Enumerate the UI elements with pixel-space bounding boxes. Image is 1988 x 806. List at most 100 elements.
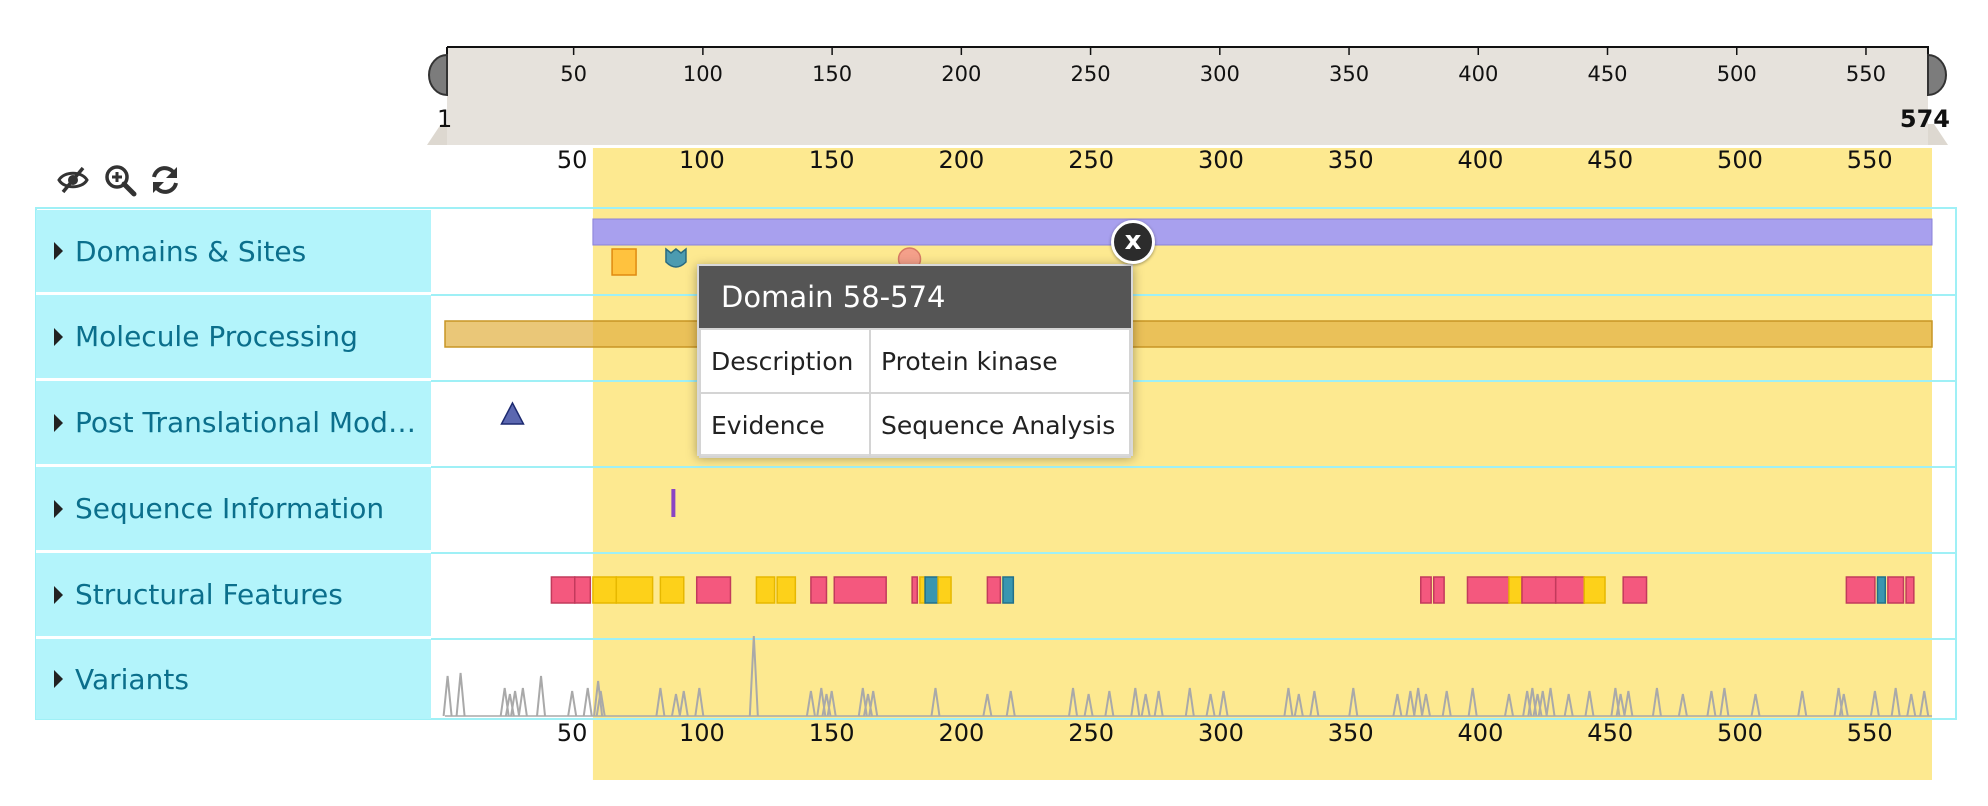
top-axis-tick-label: 500 [1717, 146, 1763, 174]
structural-feature-helix[interactable] [1432, 576, 1445, 604]
top-axis-tick-label: 50 [557, 146, 588, 174]
structural-feature-helix[interactable] [911, 576, 919, 604]
structural-feature-turn[interactable] [1876, 576, 1887, 604]
refresh-icon[interactable] [148, 163, 182, 197]
structural-feature-strand[interactable] [1583, 576, 1606, 604]
navigator-start-label: 1 [437, 105, 452, 133]
protvista-viewer: 50 100 150 200 250 300 350 400 450 500 550 1 574 50 50… [0, 0, 1988, 806]
chain-feature[interactable] [444, 320, 1933, 348]
bottom-axis-tick-label: 50 [557, 719, 588, 747]
category-variants[interactable]: Variants [36, 639, 431, 719]
tooltip-close-button[interactable]: x [1111, 220, 1155, 264]
navigator-end-label: 574 [1900, 105, 1950, 133]
variant-spike[interactable] [517, 687, 528, 717]
bottom-axis-tick-label: 350 [1328, 719, 1374, 747]
feature-tooltip: Domain 58-574 Description Protein kinase… [697, 264, 1133, 458]
tooltip-table: Description Protein kinase Evidence Sequ… [699, 328, 1131, 458]
top-axis-tick-label: 350 [1328, 146, 1374, 174]
navigator-tick-label: 300 [1200, 62, 1240, 86]
navigator-tick-label: 550 [1846, 62, 1886, 86]
structural-feature-helix[interactable] [1887, 576, 1905, 604]
structural-feature-helix[interactable] [1521, 576, 1557, 604]
structural-feature-strand[interactable] [1508, 576, 1523, 604]
structural-feature-strand[interactable] [592, 576, 618, 604]
zoom-in-icon[interactable] [103, 163, 137, 197]
expand-caret-icon [54, 670, 63, 688]
category-label: Variants [75, 662, 189, 696]
sequence-info-feature[interactable] [671, 489, 676, 517]
bottom-axis-tick-label: 550 [1847, 719, 1893, 747]
category-ptm[interactable]: Post Translational Mod… [36, 381, 431, 467]
structural-feature-strand[interactable] [615, 576, 654, 604]
top-axis-tick-label: 200 [939, 146, 985, 174]
structural-feature-turn[interactable] [924, 576, 939, 604]
bottom-axis-tick-label: 250 [1068, 719, 1114, 747]
variant-spike[interactable] [567, 690, 578, 717]
category-molecule-processing[interactable]: Molecule Processing [36, 295, 431, 381]
tooltip-row: Evidence Sequence Analysis [699, 392, 1131, 458]
variant-spike[interactable] [455, 672, 466, 717]
navigator-right-handle[interactable] [1927, 53, 1947, 97]
eye-slash-icon[interactable] [56, 163, 90, 197]
category-label: Sequence Information [75, 492, 385, 525]
expand-caret-icon [54, 499, 63, 518]
expand-caret-icon [54, 327, 63, 346]
structural-feature-helix[interactable] [550, 576, 576, 604]
structural-feature-turn[interactable] [1002, 576, 1015, 604]
category-sequence-information[interactable]: Sequence Information [36, 467, 431, 553]
site-shield-feature[interactable] [665, 247, 687, 268]
bottom-axis-tick-label: 200 [939, 719, 985, 747]
category-label: Molecule Processing [75, 320, 358, 353]
variant-spike[interactable] [442, 675, 453, 717]
expand-caret-icon [54, 413, 63, 432]
category-structural-features[interactable]: Structural Features [36, 553, 431, 639]
structural-feature-strand[interactable] [755, 576, 776, 604]
category-label: Domains & Sites [75, 234, 307, 268]
bottom-axis-tick-label: 500 [1717, 719, 1763, 747]
category-label: Structural Features [75, 578, 343, 611]
structural-feature-strand[interactable] [919, 576, 926, 604]
structural-feature-helix[interactable] [810, 576, 828, 604]
variant-spike[interactable] [582, 687, 593, 717]
structural-feature-helix[interactable] [695, 576, 732, 604]
navigator-tick-label: 250 [1071, 62, 1111, 86]
navigator-left-handle[interactable] [428, 53, 448, 97]
bottom-axis-tick-label: 150 [809, 719, 855, 747]
structural-feature-helix[interactable] [1845, 576, 1876, 604]
ptm-triangle-feature[interactable] [500, 401, 525, 425]
variant-spike[interactable] [510, 690, 521, 717]
navigator-tick-label: 150 [812, 62, 852, 86]
expand-caret-icon [54, 585, 63, 604]
navigator-background[interactable] [447, 47, 1928, 145]
category-label: Post Translational Mod… [75, 406, 416, 439]
structural-feature-helix[interactable] [1466, 576, 1510, 604]
structural-feature-helix[interactable] [833, 576, 887, 604]
tooltip-key: Description [699, 328, 871, 394]
structural-feature-helix[interactable] [1420, 576, 1432, 604]
structural-feature-helix[interactable] [1905, 576, 1915, 604]
structural-feature-helix[interactable] [1622, 576, 1648, 604]
tooltip-key: Evidence [699, 392, 871, 458]
bottom-axis-tick-label: 400 [1458, 719, 1504, 747]
structural-feature-helix[interactable] [986, 576, 1002, 604]
navigator-tick-label: 50 [560, 62, 587, 86]
navigator-tick-label: 200 [941, 62, 981, 86]
navigator-tick-label: 500 [1717, 62, 1757, 86]
structural-feature-strand[interactable] [776, 576, 797, 604]
site-square-feature[interactable] [611, 248, 637, 276]
top-axis-tick-label: 150 [809, 146, 855, 174]
top-axis-tick-label: 300 [1198, 146, 1244, 174]
structural-feature-strand[interactable] [937, 576, 952, 604]
navigator-tick-label: 350 [1329, 62, 1369, 86]
domain-feature[interactable] [592, 218, 1933, 246]
structural-feature-helix[interactable] [574, 576, 592, 604]
structural-feature-strand[interactable] [659, 576, 685, 604]
tooltip-title: Domain 58-574 [699, 266, 1131, 328]
category-domains-sites[interactable]: Domains & Sites [36, 210, 431, 295]
variant-spike[interactable] [536, 675, 547, 717]
structural-feature-helix[interactable] [1554, 576, 1586, 604]
tooltip-value: Sequence Analysis [869, 392, 1131, 458]
bottom-axis-tick-label: 100 [679, 719, 725, 747]
navigator-tick-label: 450 [1587, 62, 1627, 86]
expand-caret-icon [54, 242, 63, 260]
